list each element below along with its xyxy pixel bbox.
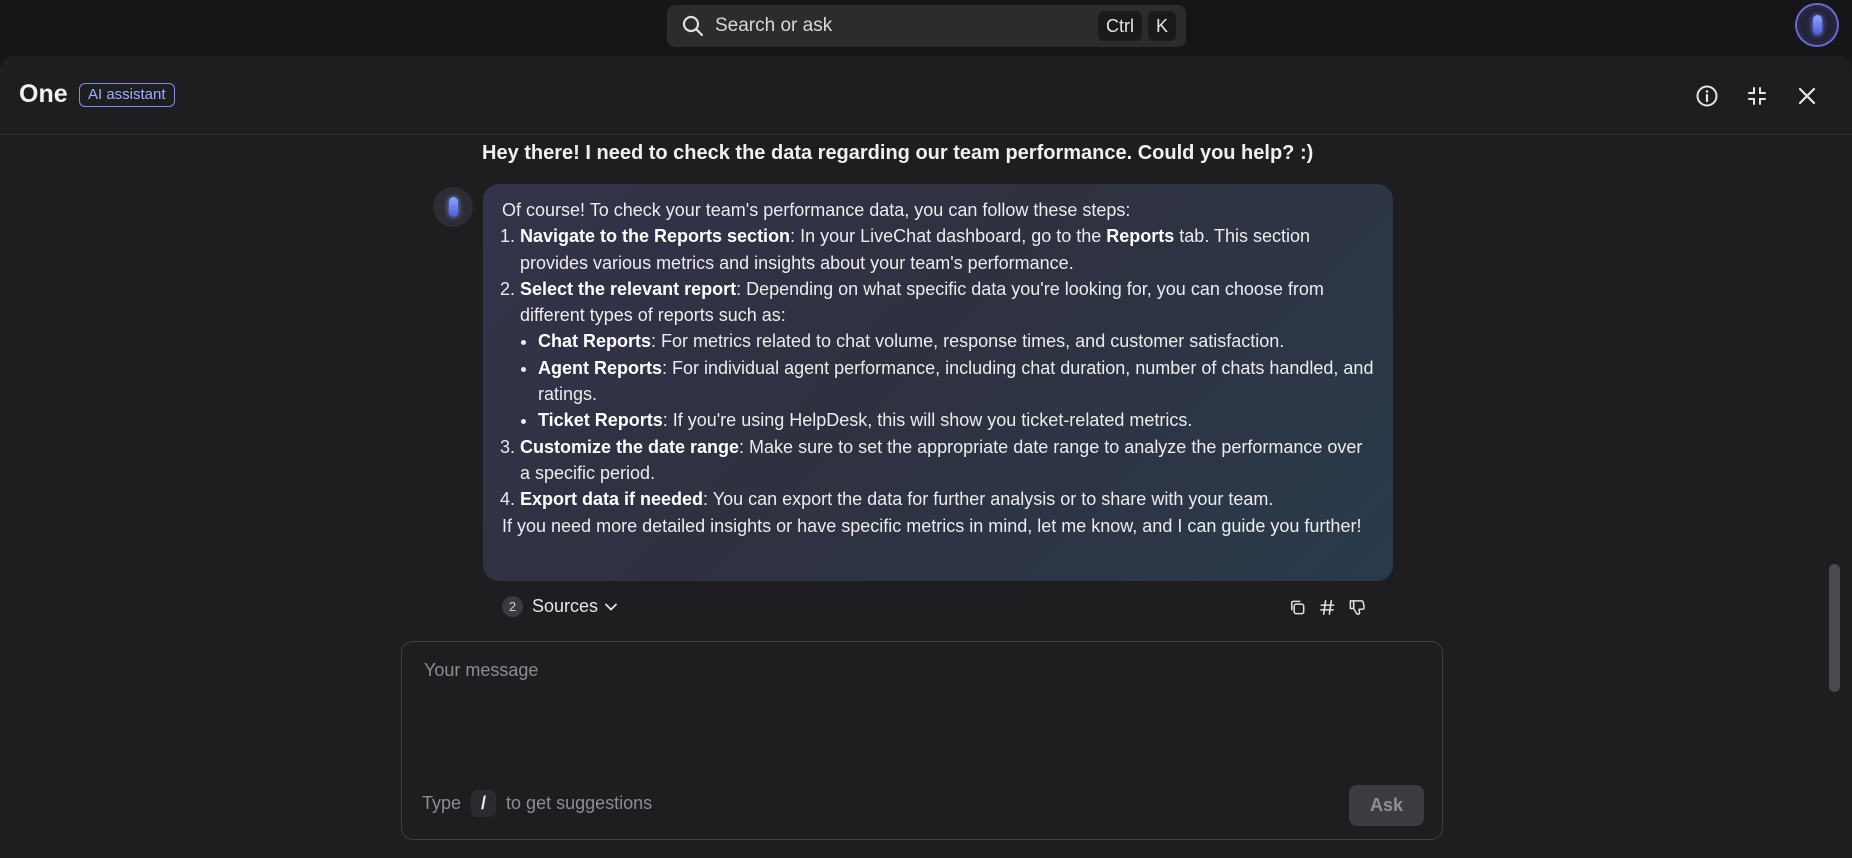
list-item: Chat Reports: For metrics related to cha… [538, 328, 1374, 354]
copy-button[interactable] [1288, 598, 1308, 618]
message-input[interactable] [422, 654, 1406, 686]
collapse-icon [1748, 87, 1766, 105]
collapse-button[interactable] [1744, 83, 1770, 109]
thumbs-down-icon [1349, 600, 1365, 615]
assistant-launcher-button[interactable] [1797, 5, 1837, 45]
message-intro: Of course! To check your team's performa… [502, 200, 1131, 220]
report-types-list: Chat Reports: For metrics related to cha… [520, 328, 1374, 433]
hash-icon [1320, 600, 1335, 615]
chevron-down-icon [605, 603, 617, 611]
assistant-logo-icon [448, 197, 458, 217]
copy-icon [1291, 600, 1305, 615]
thumbs-down-button[interactable] [1348, 598, 1368, 618]
top-bar: Search or ask Ctrl K [0, 0, 1852, 52]
assistant-avatar [433, 187, 473, 227]
user-message: Hey there! I need to check the data rega… [482, 142, 1314, 164]
assistant-panel: One AI assistant Hey there! I need to ch… [0, 56, 1852, 858]
panel-header: One AI assistant [0, 56, 1852, 135]
scrollbar[interactable] [1829, 564, 1840, 692]
message-outro: If you need more detailed insights or ha… [502, 515, 1362, 536]
step-item: Select the relevant report: Depending on… [520, 276, 1374, 434]
slash-key: / [471, 790, 497, 817]
suggestions-hint: Type / to get suggestions [422, 790, 652, 817]
hash-button[interactable] [1318, 598, 1338, 618]
close-button[interactable] [1794, 83, 1820, 109]
shortcut-key-k: K [1147, 11, 1176, 41]
step-item: Navigate to the Reports section: In your… [520, 223, 1374, 276]
sources-label: Sources [532, 596, 599, 616]
close-icon [1798, 87, 1816, 105]
panel-title: One [19, 80, 68, 108]
ai-assistant-badge: AI assistant [79, 83, 175, 107]
sources-toggle[interactable]: 2 Sources [502, 596, 618, 617]
sources-count: 2 [502, 596, 523, 617]
assistant-logo-icon [1812, 15, 1822, 35]
list-item: Agent Reports: For individual agent perf… [538, 355, 1374, 408]
info-icon [1696, 85, 1718, 107]
ask-button[interactable]: Ask [1349, 785, 1424, 826]
search-icon [682, 15, 704, 37]
list-item: Ticket Reports: If you're using HelpDesk… [538, 407, 1374, 433]
hint-suffix: to get suggestions [506, 793, 653, 813]
shortcut-key-ctrl: Ctrl [1097, 11, 1142, 41]
message-composer: Type / to get suggestions Ask [401, 641, 1443, 840]
step-item: Export data if needed: You can export th… [520, 486, 1374, 512]
steps-list: Navigate to the Reports section: In your… [502, 223, 1374, 512]
info-button[interactable] [1694, 83, 1720, 109]
search-bar[interactable]: Search or ask Ctrl K [667, 5, 1186, 47]
search-label: Search or ask [715, 15, 833, 36]
assistant-message: Of course! To check your team's performa… [483, 184, 1393, 581]
hint-prefix: Type [422, 793, 462, 813]
step-item: Customize the date range: Make sure to s… [520, 434, 1374, 487]
